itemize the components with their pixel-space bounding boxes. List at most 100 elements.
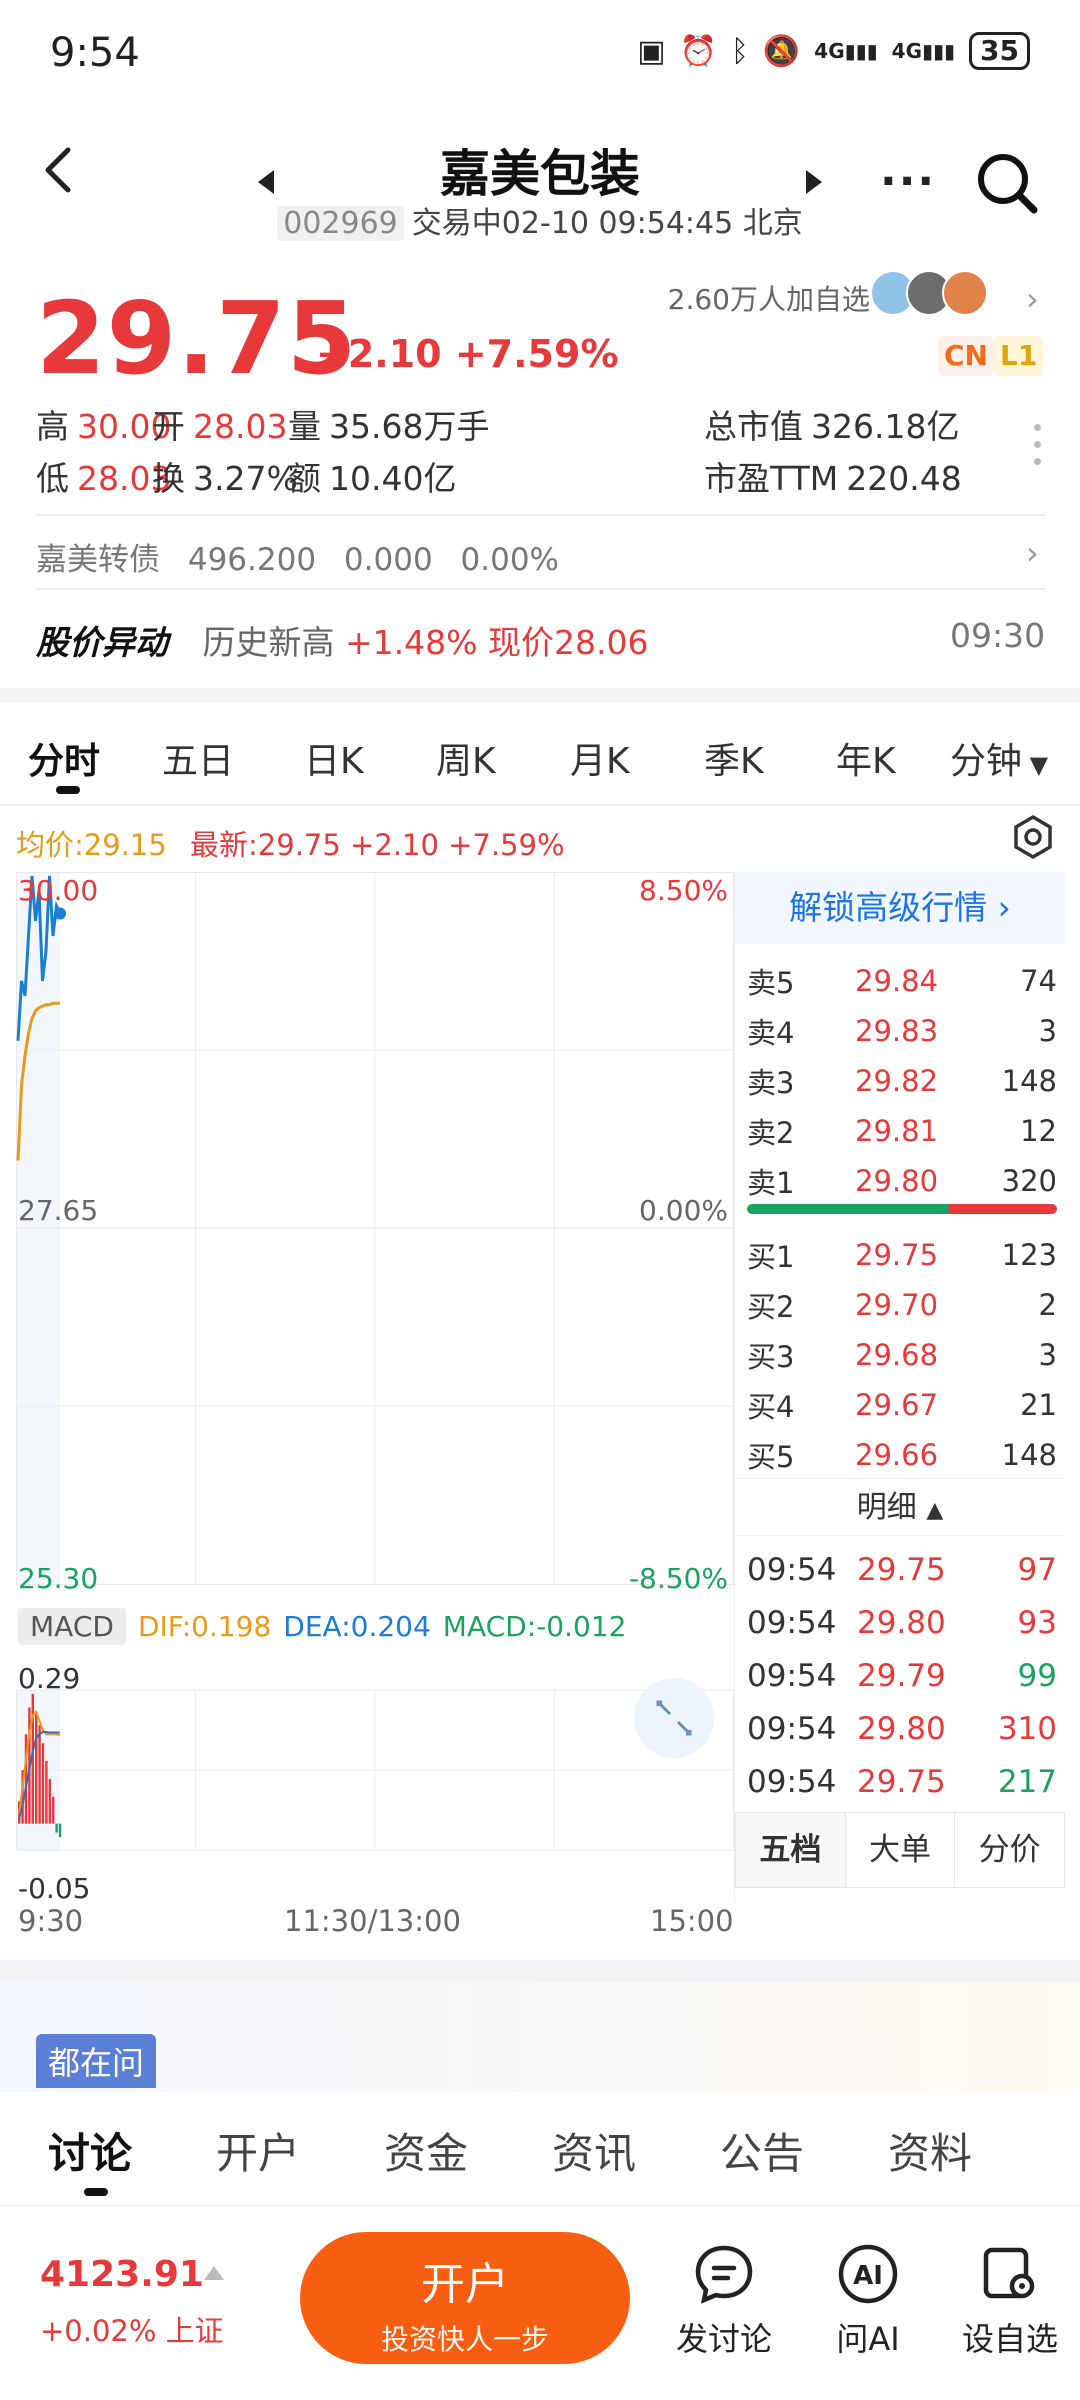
bond-price: 496.200 xyxy=(187,542,317,578)
bid-row[interactable]: 买5 29.66 148 xyxy=(747,1430,1057,1480)
bid-row[interactable]: 买4 29.67 21 xyxy=(747,1380,1057,1430)
alert-text: 历史新高 xyxy=(202,623,335,662)
level-qty: 148 xyxy=(1001,1438,1057,1472)
divider xyxy=(36,514,1046,516)
trading-status: 交易中02-10 09:54:45 北京 xyxy=(411,206,803,241)
level-price: 29.84 xyxy=(855,964,939,998)
level-label: 买3 xyxy=(747,1340,795,1374)
search-icon[interactable] xyxy=(972,148,1042,218)
watcher-avatars[interactable] xyxy=(870,270,988,316)
ask-row[interactable]: 卖1 29.80 320 xyxy=(747,1156,1057,1206)
price-alert-row[interactable]: 股价异动 历史新高 +1.48% 现价28.06 xyxy=(36,616,648,664)
tab-monthly-k[interactable]: 月K xyxy=(570,732,630,784)
stock-code: 002969 xyxy=(277,206,404,241)
ask-ai-button[interactable]: AI 问AI xyxy=(808,2242,928,2360)
chevron-right-icon[interactable]: › xyxy=(1026,534,1039,572)
level-label: 卖2 xyxy=(747,1116,795,1150)
tab-five-levels[interactable]: 五档 xyxy=(736,1813,846,1887)
trade-detail-header[interactable]: 明细 ▲ xyxy=(735,1478,1065,1536)
macd-bar xyxy=(55,1823,58,1833)
ask-row[interactable]: 卖5 29.84 74 xyxy=(747,956,1057,1006)
unlock-advanced-button[interactable]: 解锁高级行情 › xyxy=(735,872,1065,944)
level-label: 卖1 xyxy=(747,1166,795,1200)
bluetooth-icon: ᛒ xyxy=(730,33,749,69)
trade-qty: 310 xyxy=(997,1711,1057,1747)
macd-label[interactable]: MACD xyxy=(18,1608,126,1645)
tab-news[interactable]: 资讯 xyxy=(552,2120,636,2181)
ask-row[interactable]: 卖3 29.82 148 xyxy=(747,1056,1057,1106)
chevron-right-icon[interactable]: › xyxy=(1026,280,1039,318)
expand-icon[interactable] xyxy=(634,1678,714,1758)
tab-minute[interactable]: 分钟 ▼ xyxy=(950,732,1048,784)
level-price: 29.66 xyxy=(855,1438,939,1472)
tab-price-distribution[interactable]: 分价 xyxy=(955,1813,1064,1887)
tab-discuss[interactable]: 讨论 xyxy=(48,2120,132,2181)
level-qty: 3 xyxy=(1038,1014,1057,1048)
add-watchlist-icon xyxy=(983,2247,1035,2299)
level-price: 29.80 xyxy=(855,1164,939,1198)
ai-icon: AI xyxy=(838,2244,898,2304)
change-percent: +7.59% xyxy=(454,332,619,376)
gear-icon[interactable] xyxy=(1010,814,1056,860)
more-stats-icon[interactable] xyxy=(1034,424,1042,475)
level-label: 卖5 xyxy=(747,966,795,1000)
bid-row[interactable]: 买1 29.75 123 xyxy=(747,1230,1057,1280)
ask-row[interactable]: 卖4 29.83 3 xyxy=(747,1006,1057,1056)
macd-bar xyxy=(52,1796,55,1824)
intraday-chart[interactable]: 30.00 27.65 25.30 8.50% 0.00% -8.50% MAC… xyxy=(16,872,734,1905)
alert-time: 09:30 xyxy=(950,616,1046,655)
tab-weekly-k[interactable]: 周K xyxy=(436,732,496,784)
ask-row[interactable]: 卖2 29.81 12 xyxy=(747,1106,1057,1156)
level-price: 29.75 xyxy=(855,1238,939,1272)
avg-price: 均价:29.15 xyxy=(16,828,167,862)
tab-announcements[interactable]: 公告 xyxy=(720,2120,804,2181)
level-label: 买1 xyxy=(747,1240,795,1274)
macd-bar xyxy=(35,1711,38,1824)
bid-row[interactable]: 买3 29.68 3 xyxy=(747,1330,1057,1380)
y-label-min: 25.30 xyxy=(18,1562,99,1595)
macd-bar xyxy=(38,1725,41,1824)
chart-svg xyxy=(16,872,734,1851)
tab-yearly-k[interactable]: 年K xyxy=(836,732,896,784)
index-value[interactable]: 4123.91 xyxy=(40,2254,204,2295)
tab-profile[interactable]: 资料 xyxy=(888,2120,972,2181)
badge-cn[interactable]: CN xyxy=(938,336,994,376)
alarm-icon: ⏰ xyxy=(679,33,717,69)
signal-icon: 4G▮▮▮ xyxy=(891,39,956,63)
tab-funds[interactable]: 资金 xyxy=(384,2120,468,2181)
macd-bar xyxy=(45,1761,48,1824)
watchers-count[interactable]: 2.60万人加自选 xyxy=(668,278,870,318)
bond-pct: 0.00% xyxy=(460,542,560,578)
convertible-bond-row[interactable]: 嘉美转债 496.200 0.000 0.00% xyxy=(36,534,577,579)
tab-intraday[interactable]: 分时 xyxy=(28,732,100,784)
status-time: 9:54 xyxy=(50,30,140,76)
tab-daily-k[interactable]: 日K xyxy=(304,732,364,784)
current-price: 29.75 xyxy=(36,280,358,397)
macd-dif: DIF:0.198 xyxy=(137,1610,272,1643)
tab-big-orders[interactable]: 大单 xyxy=(846,1813,956,1887)
add-watchlist-button[interactable]: 设自选 xyxy=(950,2242,1070,2360)
status-bar: 9:54 ▣ ⏰ ᛒ 🔕 4G▮▮▮ 4G▮▮▮ 35 xyxy=(0,0,1080,110)
tab-five-day[interactable]: 五日 xyxy=(162,732,234,784)
stat-open: 开 28.03 xyxy=(152,407,288,446)
macd-bar xyxy=(58,1823,62,1838)
index-change[interactable]: +0.02% 上证 xyxy=(40,2308,224,2350)
more-icon[interactable]: ··· xyxy=(880,156,936,207)
chart-tabs: 分时 五日 日K 周K 月K 季K 年K 分钟 ▼ xyxy=(0,702,1080,806)
add-watchlist-label: 设自选 xyxy=(961,2320,1058,2358)
trade-price: 29.79 xyxy=(857,1658,946,1694)
level-price: 29.82 xyxy=(855,1064,939,1098)
open-account-button[interactable]: 开户 投资快人一步 xyxy=(300,2232,630,2364)
nav-bar: 嘉美包装 002969 交易中02-10 09:54:45 北京 ··· xyxy=(0,110,1080,260)
post-discussion-button[interactable]: 发讨论 xyxy=(664,2242,784,2360)
bid-row[interactable]: 买2 29.70 2 xyxy=(747,1280,1057,1330)
change-amount: +2.10 xyxy=(316,332,442,376)
price-change: +2.10 +7.59% xyxy=(316,332,619,376)
tab-quarterly-k[interactable]: 季K xyxy=(704,732,764,784)
tab-open-account[interactable]: 开户 xyxy=(216,2120,300,2181)
badge-l1[interactable]: L1 xyxy=(994,336,1044,376)
next-stock-icon[interactable] xyxy=(806,170,822,194)
svg-text:AI: AI xyxy=(853,2261,883,2291)
ask-section[interactable]: 都在问 xyxy=(0,1982,1080,2092)
alert-title: 股价异动 xyxy=(36,623,168,662)
